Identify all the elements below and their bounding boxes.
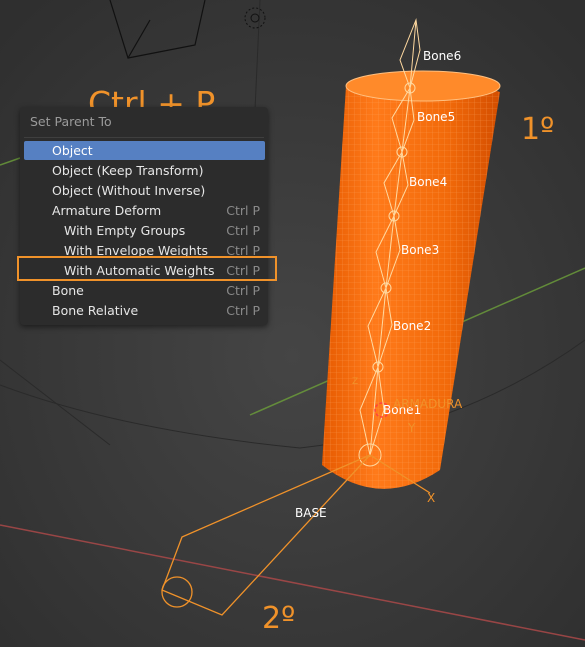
menu-item-label: With Empty Groups: [64, 223, 186, 238]
highlight-automatic-weights: [17, 256, 277, 281]
menu-item-label: Armature Deform: [52, 203, 162, 218]
bone-label: Bone2: [393, 319, 431, 333]
menu-item-bone[interactable]: Bone Ctrl P: [24, 281, 265, 300]
bone-label: Bone6: [423, 49, 461, 63]
bone-label: Bone5: [417, 110, 455, 124]
bone-label: Bone4: [409, 175, 447, 189]
menu-divider: [24, 137, 264, 138]
menu-item-object[interactable]: Object: [24, 141, 265, 160]
set-parent-menu: Set Parent To Object Object (Keep Transf…: [20, 107, 268, 325]
menu-item-label: Object (Without Inverse): [52, 183, 206, 198]
menu-item-armature-deform[interactable]: Armature Deform Ctrl P: [24, 201, 265, 220]
menu-item-shortcut: Ctrl P: [226, 223, 260, 238]
step-one-annotation: 1º: [521, 112, 555, 147]
menu-item-shortcut: Ctrl P: [226, 283, 260, 298]
armature-label: ARMADURA: [393, 397, 463, 411]
axis-z-label: Z: [352, 377, 358, 387]
bone-label: Bone3: [401, 243, 439, 257]
menu-title: Set Parent To: [30, 114, 112, 129]
base-label: BASE: [295, 506, 327, 520]
menu-item-shortcut: Ctrl P: [226, 203, 260, 218]
menu-item-object-keep-transform[interactable]: Object (Keep Transform): [24, 161, 265, 180]
menu-item-shortcut: Ctrl P: [226, 303, 260, 318]
menu-item-with-empty-groups[interactable]: With Empty Groups Ctrl P: [24, 221, 265, 240]
menu-item-label: Object: [52, 143, 93, 158]
menu-item-label: Object (Keep Transform): [52, 163, 204, 178]
axis-y-label: Y: [407, 421, 416, 435]
menu-item-label: Bone Relative: [52, 303, 139, 318]
step-two-annotation: 2º: [262, 601, 296, 636]
menu-item-bone-relative[interactable]: Bone Relative Ctrl P: [24, 301, 265, 320]
menu-item-label: Bone: [52, 283, 84, 298]
axis-x-label: X: [427, 491, 435, 505]
menu-item-object-without-inverse[interactable]: Object (Without Inverse): [24, 181, 265, 200]
